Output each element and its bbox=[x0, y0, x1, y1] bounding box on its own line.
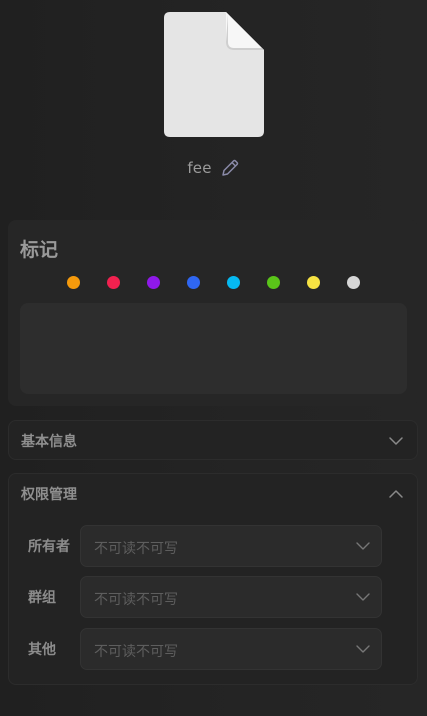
permission-select-group[interactable]: 不可读不可写 bbox=[80, 576, 382, 618]
chevron-up-icon bbox=[389, 490, 403, 498]
basic-info-panel: 基本信息 bbox=[8, 420, 418, 460]
file-name: fee bbox=[187, 159, 212, 177]
permission-select-owner[interactable]: 不可读不可写 bbox=[80, 525, 382, 567]
permission-value-other: 不可读不可写 bbox=[94, 644, 178, 660]
permission-value-owner: 不可读不可写 bbox=[94, 541, 178, 557]
permission-select-other[interactable]: 不可读不可写 bbox=[80, 628, 382, 670]
tag-color-gray[interactable] bbox=[347, 276, 360, 289]
chevron-down-icon bbox=[356, 542, 370, 550]
permission-label-other: 其他 bbox=[28, 642, 56, 658]
tag-color-purple[interactable] bbox=[147, 276, 160, 289]
file-preview bbox=[164, 12, 264, 137]
tag-color-blue[interactable] bbox=[187, 276, 200, 289]
permissions-panel: 权限管理 所有者 不可读不可写 群组 不可读不可写 其他 不可读不可写 bbox=[8, 473, 418, 685]
tag-title: 标记 bbox=[20, 239, 59, 261]
tag-color-green[interactable] bbox=[267, 276, 280, 289]
permission-value-group: 不可读不可写 bbox=[94, 592, 178, 608]
tag-color-red[interactable] bbox=[107, 276, 120, 289]
basic-info-title: 基本信息 bbox=[21, 434, 77, 450]
tag-color-picker bbox=[8, 276, 418, 292]
permissions-header[interactable]: 权限管理 bbox=[9, 474, 417, 514]
chevron-down-icon bbox=[356, 645, 370, 653]
tag-color-orange[interactable] bbox=[67, 276, 80, 289]
permission-row-group: 群组 不可读不可写 bbox=[9, 576, 417, 618]
tag-panel: 标记 bbox=[8, 220, 418, 406]
permission-label-group: 群组 bbox=[28, 590, 56, 606]
permission-row-other: 其他 不可读不可写 bbox=[9, 628, 417, 670]
tag-color-yellow[interactable] bbox=[307, 276, 320, 289]
tag-color-cyan[interactable] bbox=[227, 276, 240, 289]
permissions-title: 权限管理 bbox=[21, 487, 77, 503]
permission-label-owner: 所有者 bbox=[28, 539, 70, 555]
file-name-row: fee bbox=[0, 155, 427, 181]
document-icon bbox=[164, 12, 264, 137]
chevron-down-icon bbox=[356, 593, 370, 601]
basic-info-header[interactable]: 基本信息 bbox=[9, 421, 417, 461]
permission-row-owner: 所有者 不可读不可写 bbox=[9, 525, 417, 567]
tag-note-area[interactable] bbox=[20, 303, 407, 394]
chevron-down-icon bbox=[389, 437, 403, 445]
pencil-icon[interactable] bbox=[220, 158, 240, 178]
